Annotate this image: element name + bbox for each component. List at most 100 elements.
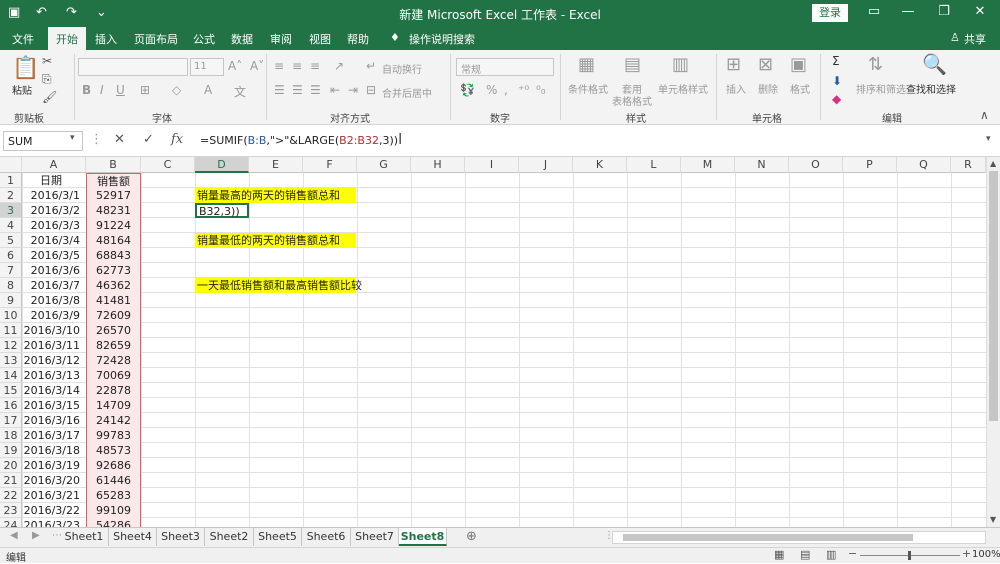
decrease-decimal-icon[interactable]: ⁰₀ <box>536 83 546 97</box>
name-box-dropdown-icon[interactable]: ▾ <box>70 133 75 143</box>
row-header[interactable]: 20 <box>0 458 22 473</box>
decrease-font-icon[interactable]: A˅ <box>250 59 264 73</box>
tab-data[interactable]: 数据 <box>231 31 253 47</box>
date-cell[interactable]: 2016/3/5 <box>22 248 86 263</box>
zoom-in-icon[interactable]: + <box>962 547 971 560</box>
sales-cell[interactable]: 24142 <box>86 413 141 428</box>
cell-style-icon[interactable]: ▥ <box>672 54 689 75</box>
column-header[interactable]: I <box>465 157 519 173</box>
ribbon-display-icon[interactable]: ▭ <box>864 4 884 19</box>
date-cell[interactable]: 2016/3/7 <box>22 278 86 293</box>
sales-cell[interactable]: 48573 <box>86 443 141 458</box>
share-button[interactable]: 共享 <box>964 31 986 47</box>
sales-cell[interactable]: 14709 <box>86 398 141 413</box>
date-cell[interactable]: 2016/3/6 <box>22 263 86 278</box>
date-cell[interactable]: 2016/3/1 <box>22 188 86 203</box>
copy-icon[interactable]: ⎘ <box>42 72 52 87</box>
increase-font-icon[interactable]: A˄ <box>228 59 242 73</box>
sales-cell[interactable]: 26570 <box>86 323 141 338</box>
enter-icon[interactable]: ✓ <box>143 132 154 147</box>
percent-icon[interactable]: % <box>486 83 497 97</box>
date-cell[interactable]: 2016/3/12 <box>22 353 86 368</box>
zoom-level[interactable]: 100% <box>972 549 1000 560</box>
sales-cell[interactable]: 41481 <box>86 293 141 308</box>
font-name-select[interactable] <box>78 58 188 76</box>
header-cell-date[interactable]: 日期 <box>22 173 86 188</box>
next-sheet-icon[interactable]: ▶ <box>32 530 40 541</box>
format-cells-button[interactable]: 格式 <box>790 81 810 96</box>
date-cell[interactable]: 2016/3/3 <box>22 218 86 233</box>
date-cell[interactable]: 2016/3/11 <box>22 338 86 353</box>
add-sheet-icon[interactable]: ⊕ <box>466 529 477 544</box>
zoom-out-icon[interactable]: − <box>848 547 857 560</box>
scroll-thumb[interactable] <box>989 171 998 421</box>
date-cell[interactable]: 2016/3/22 <box>22 503 86 518</box>
sheet-tab[interactable]: Sheet4 <box>109 528 157 546</box>
note-cell-d5[interactable]: 销量最低的两天的销售额总和 <box>195 233 356 248</box>
sales-cell[interactable]: 22878 <box>86 383 141 398</box>
date-cell[interactable]: 2016/3/2 <box>22 203 86 218</box>
clear-icon[interactable]: ◆ <box>832 92 841 106</box>
note-cell-d8[interactable]: 一天最低销售额和最高销售额比较 <box>195 278 365 293</box>
tab-help[interactable]: 帮助 <box>347 31 369 47</box>
column-header[interactable]: N <box>735 157 789 173</box>
column-header[interactable]: E <box>249 157 303 173</box>
sort-filter-icon[interactable]: ⇅ <box>868 54 883 75</box>
cell-style-button[interactable]: 单元格样式 <box>658 81 708 96</box>
date-cell[interactable]: 2016/3/10 <box>22 323 86 338</box>
sales-cell[interactable]: 70069 <box>86 368 141 383</box>
sheet-tab[interactable]: Sheet7 <box>351 528 399 546</box>
row-header[interactable]: 12 <box>0 338 22 353</box>
column-header[interactable]: H <box>411 157 465 173</box>
row-header[interactable]: 15 <box>0 383 22 398</box>
formula-input[interactable]: =SUMIF(B:B,">"&LARGE(B2:B32,3)) <box>196 131 984 151</box>
row-header[interactable]: 22 <box>0 488 22 503</box>
font-color-icon[interactable]: A <box>204 83 212 97</box>
align-right-icon[interactable]: ☰ <box>310 83 321 97</box>
fill-color-icon[interactable]: ◇ <box>172 83 181 97</box>
tab-page-layout[interactable]: 页面布局 <box>134 31 178 47</box>
sheet-tab-active[interactable]: Sheet8 <box>399 528 447 546</box>
row-header[interactable]: 23 <box>0 503 22 518</box>
column-header[interactable]: P <box>843 157 897 173</box>
scroll-down-icon[interactable]: ▼ <box>990 515 996 524</box>
table-format-icon[interactable]: ▤ <box>624 54 641 75</box>
align-left-icon[interactable]: ☰ <box>274 83 285 97</box>
cut-icon[interactable]: ✂ <box>42 54 52 68</box>
sales-cell[interactable]: 99783 <box>86 428 141 443</box>
column-header[interactable]: D <box>195 157 249 173</box>
tab-formulas[interactable]: 公式 <box>193 31 215 47</box>
date-cell[interactable]: 2016/3/20 <box>22 473 86 488</box>
sales-cell[interactable]: 62773 <box>86 263 141 278</box>
vertical-scrollbar[interactable]: ▲ ▼ <box>986 157 1000 527</box>
sheet-tab[interactable]: Sheet2 <box>205 528 254 546</box>
delete-cells-icon[interactable]: ⊠ <box>758 54 773 75</box>
row-header[interactable]: 14 <box>0 368 22 383</box>
row-header[interactable]: 5 <box>0 233 22 248</box>
row-header[interactable]: 13 <box>0 353 22 368</box>
login-button[interactable]: 登录 <box>812 4 848 22</box>
zoom-slider-thumb[interactable] <box>908 551 911 560</box>
tab-home[interactable]: 开始 <box>48 27 86 50</box>
tab-file[interactable]: 文件 <box>12 31 34 47</box>
date-cell[interactable]: 2016/3/18 <box>22 443 86 458</box>
header-cell-sales[interactable]: 销售额 <box>86 173 141 188</box>
currency-icon[interactable]: 💱 <box>460 83 475 97</box>
row-header[interactable]: 1 <box>0 173 22 188</box>
align-bottom-icon[interactable]: ≡ <box>310 59 320 73</box>
column-header[interactable]: J <box>519 157 573 173</box>
sheet-tab[interactable]: Sheet5 <box>254 528 302 546</box>
tab-review[interactable]: 审阅 <box>270 31 292 47</box>
decrease-indent-icon[interactable]: ⇤ <box>330 83 340 97</box>
sales-cell[interactable]: 82659 <box>86 338 141 353</box>
conditional-format-button[interactable]: 条件格式 <box>568 81 608 96</box>
wrap-text-button[interactable]: 自动换行 <box>382 61 422 76</box>
paste-icon[interactable]: 📋 <box>12 56 39 81</box>
date-cell[interactable]: 2016/3/13 <box>22 368 86 383</box>
tab-view[interactable]: 视图 <box>309 31 331 47</box>
column-header[interactable]: G <box>357 157 411 173</box>
sales-cell[interactable]: 92686 <box>86 458 141 473</box>
sales-cell[interactable]: 68843 <box>86 248 141 263</box>
wrap-text-icon[interactable]: ↵ <box>366 59 376 73</box>
row-header[interactable]: 9 <box>0 293 22 308</box>
